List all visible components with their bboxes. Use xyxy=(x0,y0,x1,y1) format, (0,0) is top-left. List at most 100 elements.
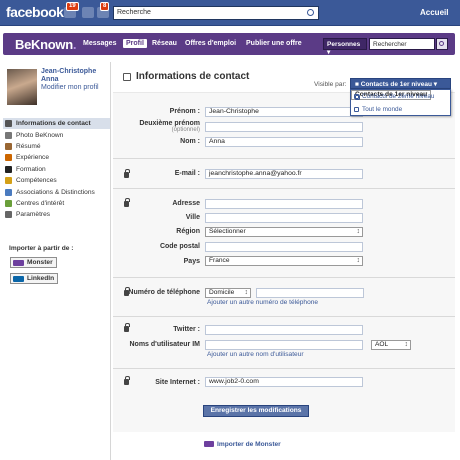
chevron-down-icon: ▾ xyxy=(433,81,437,88)
twitter-input[interactable] xyxy=(205,325,363,335)
visibility-option[interactable]: Tout le monde xyxy=(351,103,450,116)
sidebar-item-interets[interactable]: Centres d'intérêt xyxy=(3,198,110,209)
linkedin-logo-icon xyxy=(13,276,24,282)
add-im-link[interactable]: Ajouter un autre nom d'utilisateur xyxy=(207,351,304,358)
facebook-logo[interactable]: facebook xyxy=(6,4,64,20)
briefcase-icon xyxy=(5,154,12,162)
nom-label: Nom : xyxy=(180,138,200,145)
divider xyxy=(113,188,455,189)
im-service-select[interactable]: AOL xyxy=(371,340,411,350)
profile-name[interactable]: Jean-Christophe Anna xyxy=(41,68,109,84)
import-monster-link[interactable]: Importer de Monster xyxy=(204,441,281,448)
globe-icon xyxy=(354,106,359,112)
adresse-label: Adresse xyxy=(172,200,200,207)
search-icon[interactable] xyxy=(307,9,314,16)
messages-icon[interactable] xyxy=(82,7,94,18)
photo-icon xyxy=(5,131,12,139)
import-monster-button[interactable]: Monster xyxy=(10,257,57,268)
monster-logo-icon xyxy=(13,260,24,266)
phone-input[interactable] xyxy=(256,288,364,298)
adresse-input[interactable] xyxy=(205,199,363,209)
sidebar-item-resume[interactable]: Résumé xyxy=(3,141,110,152)
beknown-search-input[interactable]: Rechercher xyxy=(369,38,435,50)
sidebar-item-experience[interactable]: Expérience xyxy=(3,152,110,163)
contact-card-icon xyxy=(5,120,12,128)
pays-select[interactable]: France xyxy=(205,256,363,266)
sidebar-item-label: Photo BeKnown xyxy=(16,131,64,139)
sidebar-item-label: Associations & Distinctions xyxy=(16,188,95,196)
sidebar-item-competences[interactable]: Compétences xyxy=(3,175,110,186)
visibility-selected: Contacts de 1er niveau xyxy=(360,81,432,88)
friend-requests-badge: 19 xyxy=(66,2,79,11)
group-icon xyxy=(354,94,359,99)
notifications-badge: 8 xyxy=(100,2,110,11)
code-postal-input[interactable] xyxy=(205,242,363,252)
search-button[interactable] xyxy=(436,38,448,50)
nom-input[interactable]: Anna xyxy=(205,137,363,147)
phone-type-select[interactable]: Domicile xyxy=(205,288,251,298)
search-scope-select[interactable]: Personnes ▾ xyxy=(323,38,367,56)
region-label: Région xyxy=(176,228,200,235)
search-scope-label: Personnes xyxy=(327,41,361,48)
twitter-label: Twitter : xyxy=(173,326,200,333)
sidebar-item-photo[interactable]: Photo BeKnown xyxy=(3,129,110,140)
deuxieme-prenom-input[interactable] xyxy=(205,122,363,132)
sidebar-item-formation[interactable]: Formation xyxy=(3,164,110,175)
beknown-nav-bar: BeKnown. Messages Profil Réseau Offres d… xyxy=(3,33,455,56)
nav-offres-emploi[interactable]: Offres d'emploi xyxy=(185,40,236,47)
sidebar-item-parametres[interactable]: Paramètres xyxy=(3,209,110,220)
interests-icon xyxy=(5,199,12,207)
website-label: Site Internet : xyxy=(155,379,200,386)
nav-reseau[interactable]: Réseau xyxy=(152,40,177,47)
visibility-option-label: Contacts de 2ème niveau xyxy=(362,93,435,100)
home-link[interactable]: Accueil xyxy=(420,8,448,17)
im-input[interactable] xyxy=(205,340,363,350)
pays-label: Pays xyxy=(183,258,200,265)
visibility-label: Visible par: xyxy=(314,81,347,88)
sidebar-item-label: Paramètres xyxy=(16,211,51,219)
skills-icon xyxy=(5,177,12,185)
nav-profil[interactable]: Profil xyxy=(123,39,147,48)
import-linkedin-label: LinkedIn xyxy=(27,275,55,282)
nav-publier-offre[interactable]: Publier une offre xyxy=(246,40,302,47)
divider xyxy=(113,368,455,369)
add-phone-link[interactable]: Ajouter un autre numéro de téléphone xyxy=(207,299,318,306)
email-label: E-mail : xyxy=(174,170,200,177)
save-button[interactable]: Enregistrer les modifications xyxy=(203,405,309,417)
sidebar-item-label: Formation xyxy=(16,165,46,173)
nav-messages[interactable]: Messages xyxy=(83,40,116,47)
chevron-down-icon: ▾ xyxy=(327,49,331,56)
import-monster-label: Monster xyxy=(27,259,53,266)
import-linkedin-button[interactable]: LinkedIn xyxy=(10,273,59,284)
region-select[interactable]: Sélectionner xyxy=(205,227,363,237)
avatar[interactable] xyxy=(7,69,37,105)
deuxieme-prenom-label: Deuxième prénom (optionnel) xyxy=(110,120,200,133)
ville-label: Ville xyxy=(185,214,200,221)
code-postal-label: Code postal xyxy=(159,243,200,250)
beknown-logo-text: BeKnown xyxy=(15,37,73,52)
facebook-search-input[interactable]: Recherche xyxy=(113,6,319,20)
prenom-label: Prénom : xyxy=(169,108,200,115)
sidebar-item-associations[interactable]: Associations & Distinctions xyxy=(3,186,110,197)
divider xyxy=(113,158,455,159)
visibility-option-label: Tout le monde xyxy=(362,105,403,113)
prenom-input[interactable]: Jean-Christophe xyxy=(205,107,363,117)
facebook-top-bar: facebook 19 8 Recherche Accueil xyxy=(0,0,460,26)
sidebar-item-contact[interactable]: Informations de contact xyxy=(3,118,110,130)
edit-profile-link[interactable]: Modifier mon profil xyxy=(41,84,99,91)
monster-logo-icon xyxy=(204,441,214,447)
sidebar-item-label: Informations de contact xyxy=(16,120,91,128)
visibility-option[interactable]: Contacts de 2ème niveau xyxy=(351,90,450,103)
page-title-text: Informations de contact xyxy=(136,71,250,82)
graduation-cap-icon xyxy=(5,165,12,173)
deuxieme-prenom-text: Deuxième prénom xyxy=(139,120,200,127)
search-icon xyxy=(439,41,444,46)
visibility-select[interactable]: ■ Contacts de 1er niveau ▾ xyxy=(350,78,451,89)
website-input[interactable]: www.job2-0.com xyxy=(205,377,363,387)
sidebar-item-label: Résumé xyxy=(16,142,41,150)
visibility-dropdown: Contacts de 1er niveau Contacts de 2ème … xyxy=(350,89,451,116)
beknown-logo[interactable]: BeKnown. xyxy=(15,37,76,52)
email-input[interactable]: jeanchristophe.anna@yahoo.fr xyxy=(205,169,363,179)
import-from-label: Importer à partir de : xyxy=(9,245,74,252)
ville-input[interactable] xyxy=(205,213,363,223)
